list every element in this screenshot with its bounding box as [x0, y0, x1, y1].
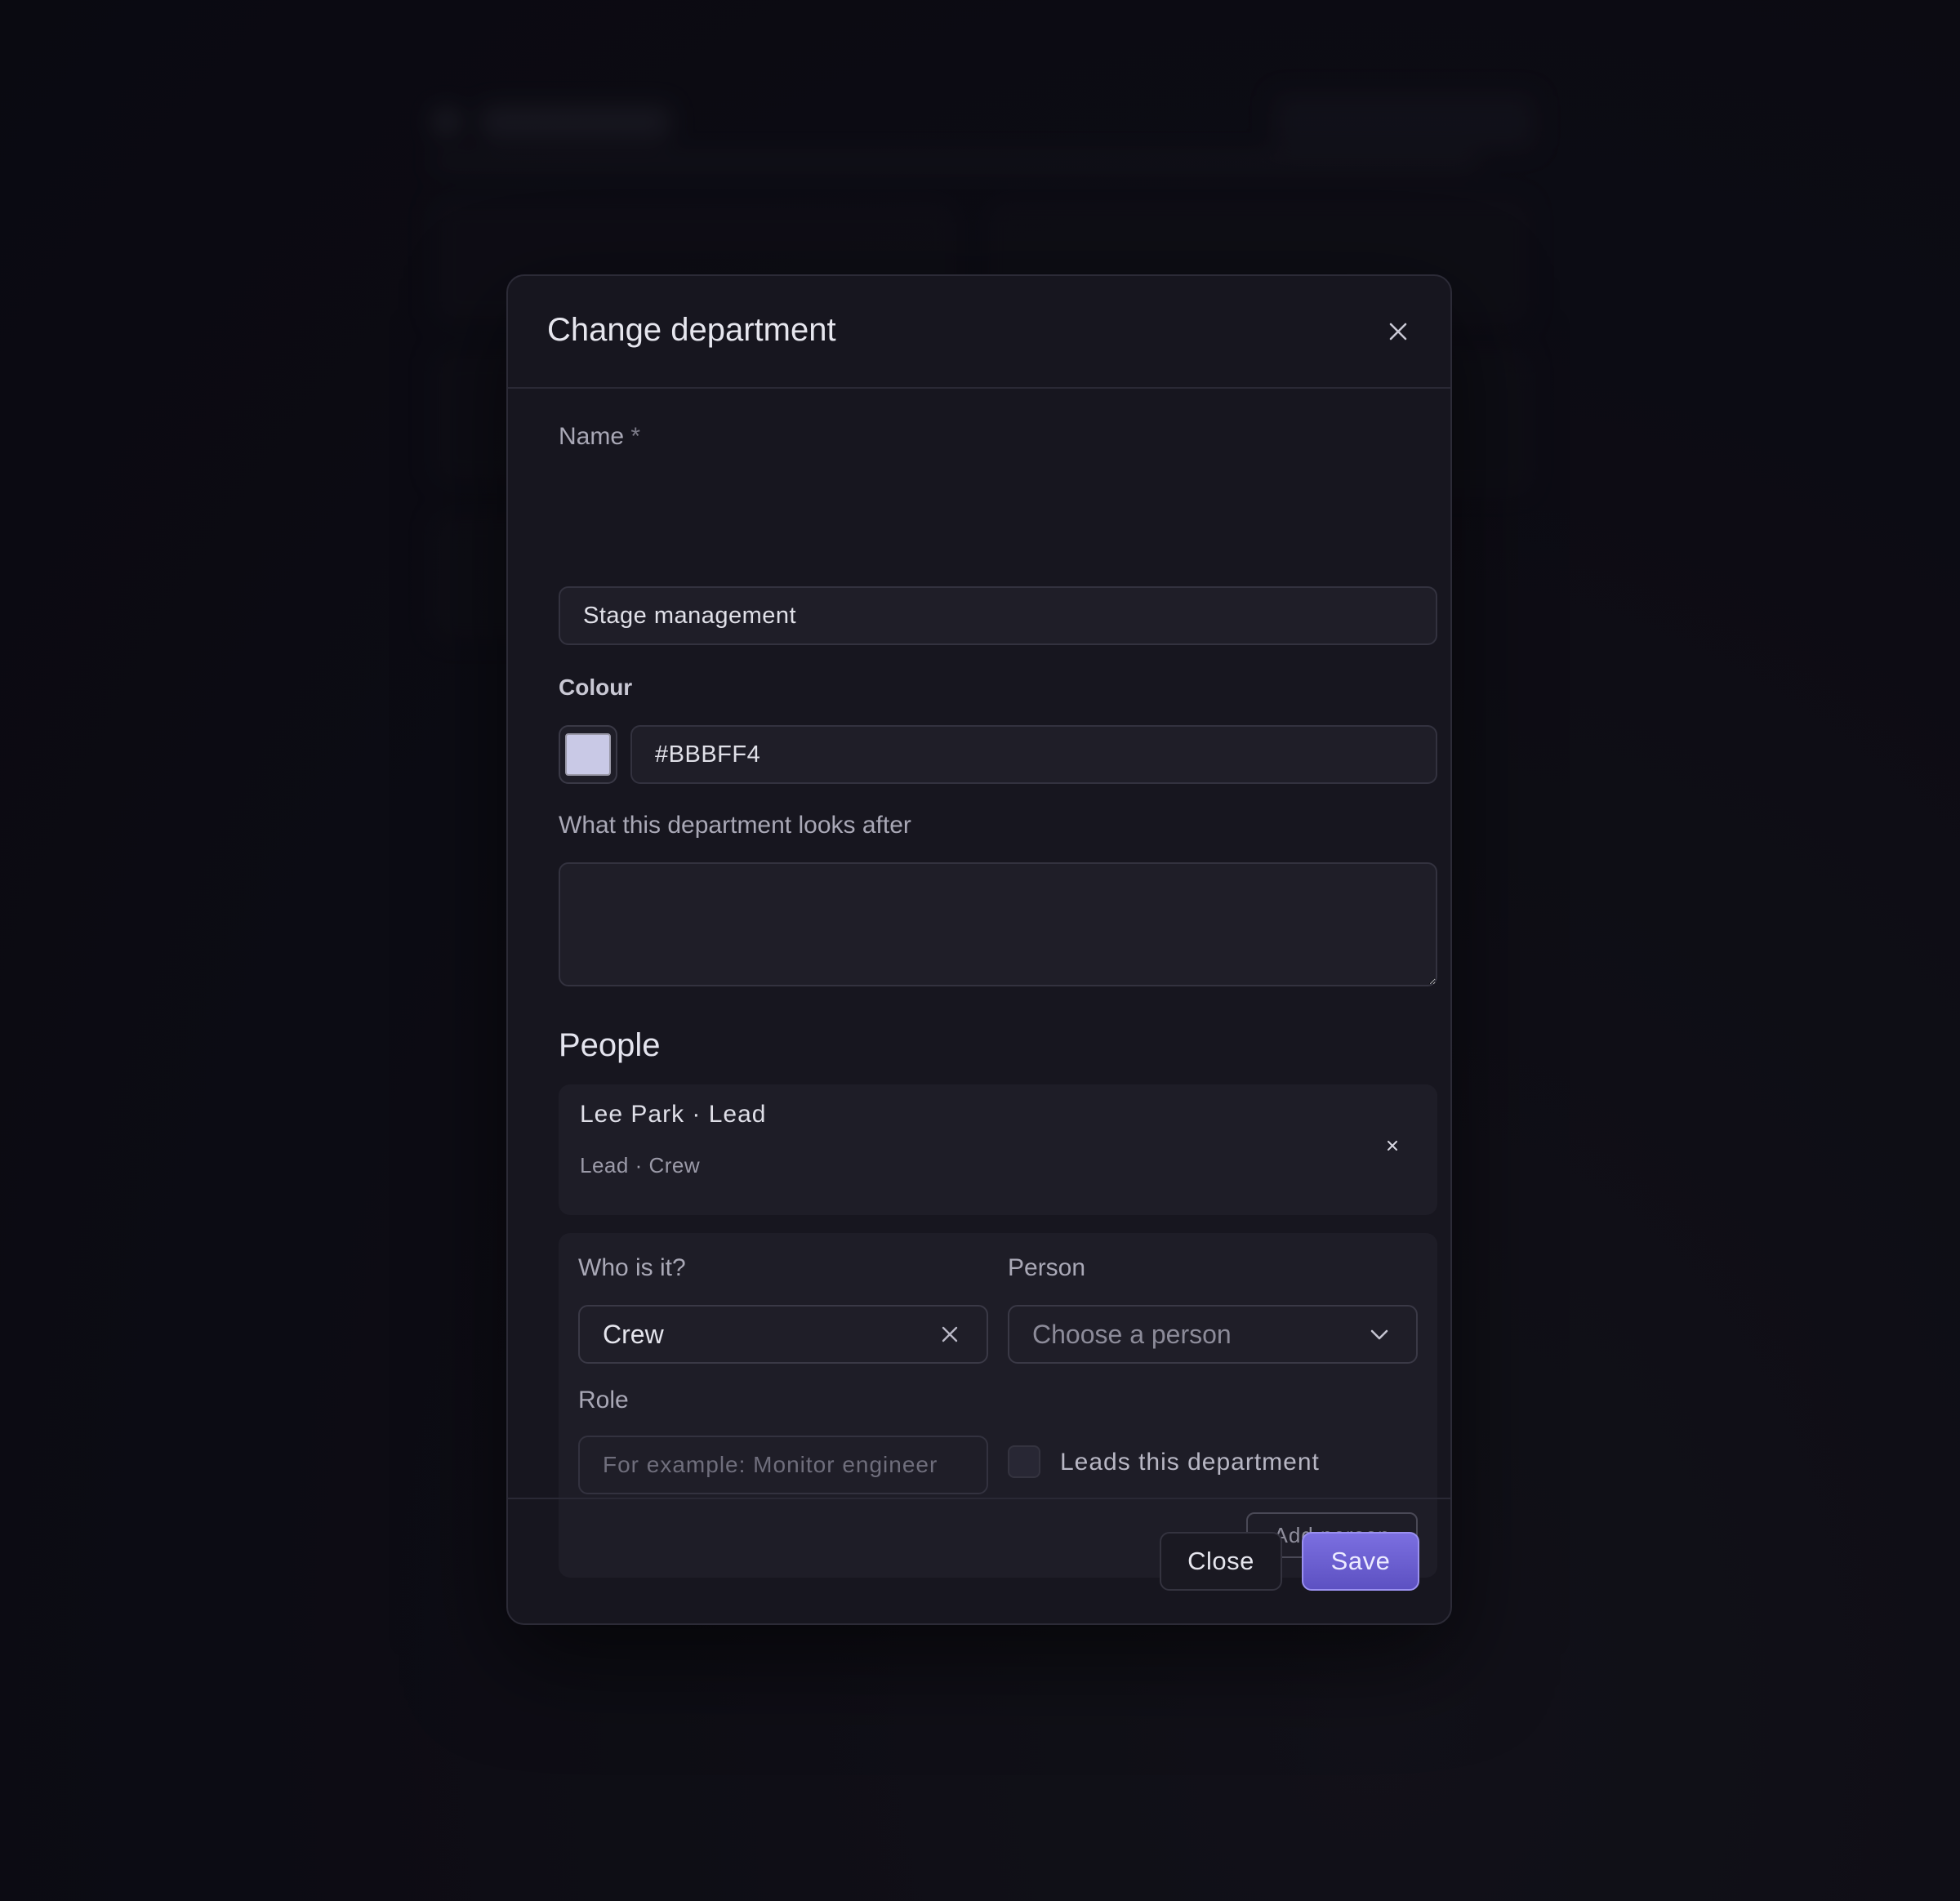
people-section-title: People [559, 1027, 661, 1063]
who-select[interactable]: Crew [578, 1305, 988, 1364]
role-label: Role [578, 1387, 629, 1414]
name-label: Name * [559, 423, 640, 451]
close-button[interactable]: Close [1160, 1532, 1282, 1591]
colour-hex-input[interactable] [630, 725, 1437, 784]
who-select-value: Crew [603, 1319, 664, 1349]
dialog-title: Change department [547, 312, 836, 348]
person-meta: Lead · Crew [580, 1153, 701, 1178]
role-input[interactable] [578, 1436, 988, 1494]
person-name: Lee Park · Lead [580, 1101, 767, 1128]
person-card: Lee Park · Lead Lead · Crew [559, 1084, 1437, 1215]
remove-person-icon[interactable] [1380, 1133, 1405, 1158]
colour-label: Colour [559, 674, 633, 700]
name-label-text: Name [559, 423, 625, 450]
chevron-down-icon [1365, 1320, 1393, 1348]
colour-swatch[interactable] [559, 725, 617, 784]
person-label: Person [1008, 1254, 1086, 1281]
save-button[interactable]: Save [1302, 1532, 1419, 1591]
who-label: Who is it? [578, 1254, 686, 1281]
dialog-header: Change department [508, 276, 1450, 389]
clear-icon[interactable] [936, 1320, 964, 1348]
dialog-footer: Close Save [508, 1498, 1450, 1623]
person-select-placeholder: Choose a person [1032, 1319, 1232, 1349]
description-textarea[interactable] [559, 862, 1437, 986]
colour-swatch-preview [565, 733, 611, 776]
close-icon[interactable] [1382, 315, 1414, 348]
required-mark: * [630, 423, 641, 450]
change-department-dialog: Change department Name * Colour What thi… [506, 274, 1452, 1625]
person-select[interactable]: Choose a person [1008, 1305, 1418, 1364]
name-input[interactable] [559, 586, 1437, 645]
leads-department-label: Leads this department [1060, 1449, 1320, 1476]
description-label: What this department looks after [559, 812, 911, 839]
leads-department-checkbox[interactable] [1008, 1445, 1040, 1478]
